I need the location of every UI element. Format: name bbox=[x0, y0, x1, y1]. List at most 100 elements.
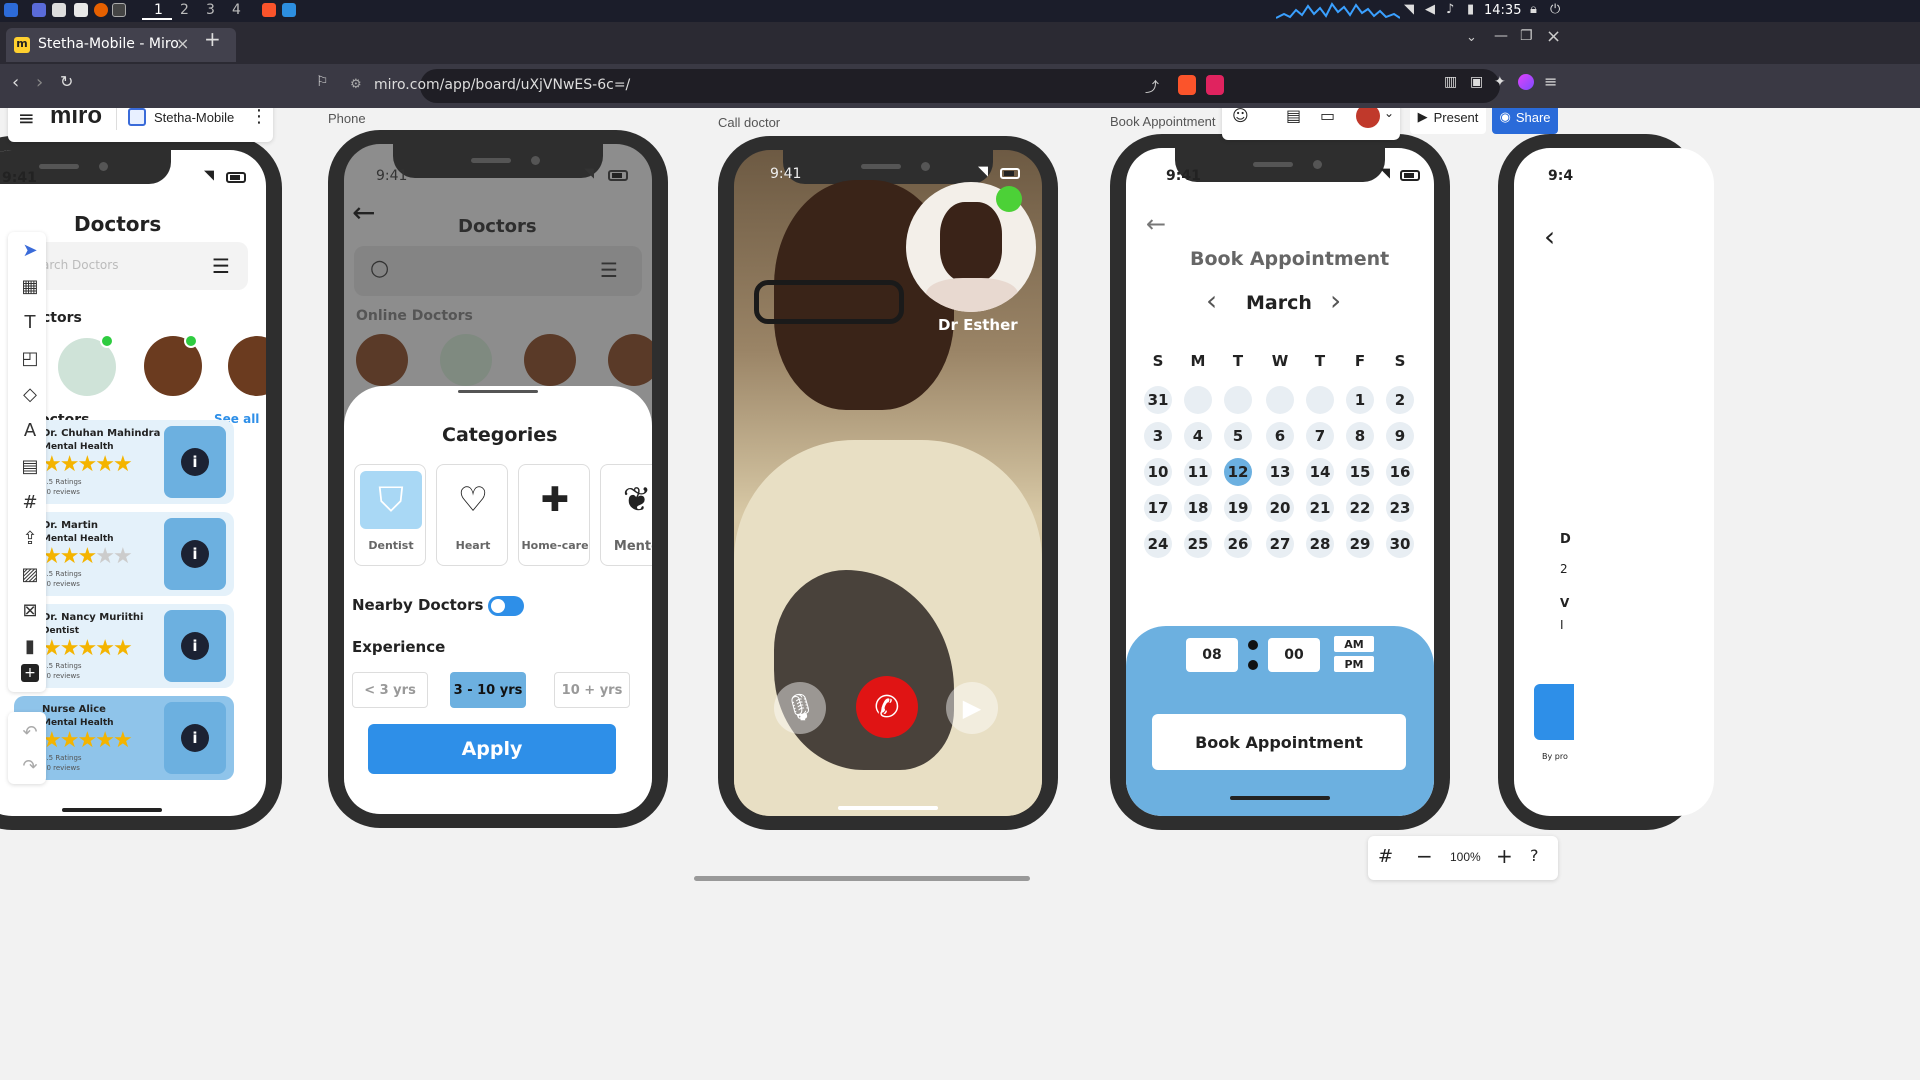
chart-icon[interactable]: ▮ bbox=[16, 632, 44, 660]
calendar-day[interactable]: 21 bbox=[1306, 494, 1334, 522]
back-arrow-icon[interactable]: ← bbox=[352, 196, 375, 229]
calendar-day[interactable]: 2 bbox=[1386, 386, 1414, 414]
search-input[interactable]: ○ ☰ bbox=[354, 246, 642, 296]
reload-icon[interactable]: ↻ bbox=[60, 72, 73, 91]
info-button[interactable]: i bbox=[164, 610, 226, 682]
miro-logo[interactable]: miro bbox=[50, 108, 102, 130]
calendar-day[interactable]: 31 bbox=[1144, 386, 1172, 414]
calendar-day[interactable]: 29 bbox=[1346, 530, 1374, 558]
category-card[interactable]: ❦ Mento bbox=[600, 464, 652, 566]
doctor-avatar[interactable] bbox=[228, 336, 266, 396]
share-button[interactable]: ◉ Share bbox=[1492, 108, 1558, 134]
minute-input[interactable]: 00 bbox=[1268, 638, 1320, 672]
tab-close-icon[interactable]: × bbox=[176, 34, 189, 53]
more-tools-icon[interactable]: + bbox=[21, 664, 39, 682]
prev-month-icon[interactable]: ‹ bbox=[1206, 284, 1217, 317]
wallet-icon[interactable]: ▣ bbox=[1470, 74, 1483, 90]
calendar-day[interactable]: 15 bbox=[1346, 458, 1374, 486]
calendar-day[interactable]: 30 bbox=[1386, 530, 1414, 558]
vscode-icon[interactable] bbox=[282, 3, 296, 17]
leo-ai-icon[interactable]: ✦ bbox=[1494, 74, 1506, 90]
board-name[interactable]: Stetha-Mobile bbox=[154, 110, 234, 125]
maximize-icon[interactable]: ❐ bbox=[1520, 28, 1533, 44]
experience-option[interactable]: < 3 yrs bbox=[352, 672, 428, 708]
category-card[interactable]: ⛉ Dentist bbox=[354, 464, 426, 566]
calendar-day[interactable]: 23 bbox=[1386, 494, 1414, 522]
volume-icon[interactable]: ◀ bbox=[1425, 2, 1435, 17]
power-icon[interactable]: ⏻ bbox=[1550, 2, 1560, 17]
zoom-in-icon[interactable]: + bbox=[1496, 844, 1513, 868]
calendar-day[interactable]: 17 bbox=[1144, 494, 1172, 522]
new-tab-button[interactable]: + bbox=[204, 27, 221, 51]
calendar-day[interactable]: 5 bbox=[1224, 422, 1252, 450]
share-page-icon[interactable]: ⤴ bbox=[1145, 77, 1159, 97]
select-tool-icon[interactable]: ➤ bbox=[16, 236, 44, 264]
mute-mic-button[interactable]: 🎙︎ bbox=[774, 682, 826, 734]
end-call-button[interactable]: ✆ bbox=[856, 676, 918, 738]
workspace-2[interactable]: 2 bbox=[180, 2, 189, 18]
miro-canvas[interactable]: Phone Call doctor Book Appointment 9:41 … bbox=[0, 108, 1920, 1080]
calendar-day[interactable]: 28 bbox=[1306, 530, 1334, 558]
doctor-card[interactable]: Dr. Nancy Muriithi Dentist ★★★★★ 4.5 Rating… bbox=[14, 604, 234, 688]
comment-icon[interactable]: ▤ bbox=[16, 452, 44, 480]
terminal-icon[interactable] bbox=[112, 3, 126, 17]
present-button[interactable]: ▶ Present bbox=[1410, 108, 1486, 134]
experience-option[interactable]: 3 - 10 yrs bbox=[450, 672, 526, 708]
pm-toggle[interactable]: PM bbox=[1334, 656, 1374, 672]
hour-input[interactable]: 08 bbox=[1186, 638, 1238, 672]
experience-option[interactable]: 10 + yrs bbox=[554, 672, 630, 708]
calendar-day[interactable]: 8 bbox=[1346, 422, 1374, 450]
doctor-avatar[interactable] bbox=[524, 334, 576, 386]
wifi-icon[interactable]: ◥ bbox=[1404, 2, 1414, 17]
undo-icon[interactable]: ↶ bbox=[16, 718, 44, 746]
am-toggle[interactable]: AM bbox=[1334, 636, 1374, 652]
feedback-icon[interactable]: ▤ bbox=[1286, 108, 1301, 125]
window-close-icon[interactable]: × bbox=[1546, 26, 1561, 47]
calendar-day[interactable]: 11 bbox=[1184, 458, 1212, 486]
back-arrow-icon[interactable]: ← bbox=[1146, 210, 1166, 238]
user-avatar[interactable] bbox=[1356, 108, 1380, 128]
app-launcher-icon[interactable] bbox=[4, 3, 18, 17]
next-month-icon[interactable]: › bbox=[1330, 284, 1341, 317]
notification-bell-icon[interactable]: ♪ bbox=[1446, 2, 1454, 17]
doctor-card[interactable]: Dr. Chuhan Mahindra Mental Health ★★★★★ 4.5… bbox=[14, 420, 234, 504]
bookmark-icon[interactable]: ⚐ bbox=[316, 74, 329, 90]
apply-button[interactable]: Apply bbox=[368, 724, 616, 774]
nearby-toggle[interactable] bbox=[488, 596, 524, 616]
calendar-day[interactable]: 6 bbox=[1266, 422, 1294, 450]
pen-icon[interactable]: A bbox=[16, 416, 44, 444]
site-info-icon[interactable]: ⚙ bbox=[350, 77, 362, 92]
doctor-card[interactable]: Dr. Martin Mental Health ★★★★★ 4.5 Ratings 7… bbox=[14, 512, 234, 596]
profile-icon[interactable] bbox=[1518, 74, 1534, 90]
calendar-day[interactable]: 10 bbox=[1144, 458, 1172, 486]
forward-icon[interactable]: › bbox=[36, 72, 43, 93]
doctor-avatar[interactable] bbox=[356, 334, 408, 386]
sidebar-toggle-icon[interactable]: ▥ bbox=[1444, 74, 1457, 90]
back-icon[interactable]: ‹ bbox=[12, 72, 19, 93]
text-tool-icon[interactable]: T bbox=[16, 308, 44, 336]
calendar-day[interactable]: 16 bbox=[1386, 458, 1414, 486]
help-icon[interactable]: ? bbox=[1530, 846, 1539, 865]
zoom-out-icon[interactable]: − bbox=[1416, 844, 1433, 868]
embed-icon[interactable]: ⊠ bbox=[16, 596, 44, 624]
brave-rewards-icon[interactable] bbox=[1206, 75, 1224, 95]
tab-list-icon[interactable]: ⌄ bbox=[1466, 30, 1477, 45]
window-icon[interactable] bbox=[32, 3, 46, 17]
calendar-day[interactable]: 14 bbox=[1306, 458, 1334, 486]
category-card[interactable]: ✚ Home-care bbox=[518, 464, 590, 566]
info-button[interactable]: i bbox=[164, 518, 226, 590]
doctor-avatar[interactable] bbox=[608, 334, 652, 386]
sheet-handle[interactable] bbox=[458, 390, 538, 393]
calendar-day[interactable]: 7 bbox=[1306, 422, 1334, 450]
frame-label-book[interactable]: Book Appointment bbox=[1110, 114, 1216, 129]
brave-icon[interactable] bbox=[262, 3, 276, 17]
partial-button[interactable] bbox=[1534, 684, 1574, 740]
fit-frame-icon[interactable]: # bbox=[1378, 846, 1393, 867]
category-card[interactable]: ♡ Heart bbox=[436, 464, 508, 566]
shapes-icon[interactable]: ◇ bbox=[16, 380, 44, 408]
doctor-card[interactable]: Nurse Alice Mental Health ★★★★★ 4.5 Ratings… bbox=[14, 696, 234, 780]
filter-icon[interactable]: ☰ bbox=[600, 258, 618, 282]
search-input[interactable]: arch Doctors ☰ bbox=[16, 242, 248, 290]
image-icon[interactable]: ▨ bbox=[16, 560, 44, 588]
calendar-day[interactable]: 3 bbox=[1144, 422, 1172, 450]
